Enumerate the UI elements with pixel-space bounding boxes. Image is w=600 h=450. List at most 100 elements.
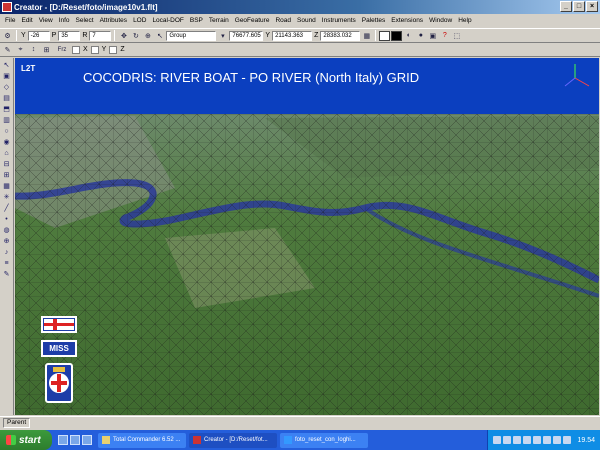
menu-info[interactable]: Info xyxy=(56,17,73,24)
menu-file[interactable]: File xyxy=(2,17,18,24)
select-mode-dropdown[interactable]: Group xyxy=(166,30,217,41)
select-tool-icon[interactable]: ↖ xyxy=(1,60,12,70)
status-bar: Parent xyxy=(0,416,600,428)
menu-instruments[interactable]: Instruments xyxy=(319,17,359,24)
desktop-icon[interactable] xyxy=(70,435,80,445)
yaw-field[interactable]: -26 xyxy=(27,30,50,41)
quick-launch xyxy=(52,435,98,445)
cube-tool-icon[interactable]: ▣ xyxy=(1,71,12,81)
menu-local-dof[interactable]: Local-DOF xyxy=(149,17,186,24)
menu-select[interactable]: Select xyxy=(73,17,97,24)
merge-tool-icon[interactable]: ⊞ xyxy=(1,170,12,180)
tray-icon[interactable] xyxy=(523,436,532,444)
media-icon[interactable] xyxy=(82,435,92,445)
grid-icon[interactable]: ▦ xyxy=(361,30,372,41)
road-tool-icon[interactable]: ≡ xyxy=(1,258,12,268)
tray-icon[interactable] xyxy=(533,436,542,444)
menu-help[interactable]: Help xyxy=(455,17,474,24)
line-tool-icon[interactable]: ╱ xyxy=(1,203,12,213)
light-tool-icon[interactable]: ✳ xyxy=(1,192,12,202)
terrain-mesh xyxy=(15,114,599,415)
axis-icon[interactable]: ↕ xyxy=(28,44,39,55)
rotate-icon[interactable]: ↻ xyxy=(130,30,141,41)
tray-icon[interactable] xyxy=(543,436,552,444)
move-icon[interactable]: ✥ xyxy=(118,30,129,41)
menu-window[interactable]: Window xyxy=(426,17,455,24)
crest-icon xyxy=(49,367,69,393)
pen-tool-icon[interactable]: ✎ xyxy=(1,269,12,279)
constrain-icon[interactable]: ⊞ xyxy=(41,44,52,55)
color-swatch-black[interactable] xyxy=(391,30,403,41)
menu-bsp[interactable]: BSP xyxy=(187,17,206,24)
menu-road[interactable]: Road xyxy=(272,17,294,24)
x-coord-field[interactable]: 76677.605 xyxy=(229,30,264,41)
menu-geofeature[interactable]: GeoFeature xyxy=(232,17,273,24)
y-rot-label: Y xyxy=(21,32,26,39)
split-tool-icon[interactable]: ⊟ xyxy=(1,159,12,169)
close-button[interactable]: × xyxy=(586,1,598,12)
task-label: Creator - [D:/Reset/fot... xyxy=(204,437,268,443)
menu-attributes[interactable]: Attributes xyxy=(97,17,130,24)
menu-sound[interactable]: Sound xyxy=(294,17,319,24)
frz-button[interactable]: Frz xyxy=(54,44,70,55)
zoom-icon[interactable]: ⊕ xyxy=(142,30,153,41)
y-coord-field[interactable]: 21143.363 xyxy=(272,30,313,41)
texture-icon[interactable]: ▣ xyxy=(427,30,438,41)
maximize-button[interactable]: □ xyxy=(573,1,585,12)
task-creator[interactable]: Creator - [D:/Reset/fot... xyxy=(189,432,277,448)
flag-logo xyxy=(41,316,77,333)
wall-tool-icon[interactable]: ▥ xyxy=(1,115,12,125)
globe-tool-icon[interactable]: ◍ xyxy=(1,225,12,235)
task-label: Total Commander 6.52 ... xyxy=(113,437,181,443)
ie-icon[interactable] xyxy=(58,435,68,445)
tray-icon[interactable] xyxy=(513,436,522,444)
wireframe-icon[interactable]: ⬚ xyxy=(451,30,462,41)
p-label: P xyxy=(51,32,57,39)
task-label: foto_reset_con_loghi... xyxy=(295,437,356,443)
menu-extensions[interactable]: Extensions xyxy=(388,17,426,24)
roll-field[interactable]: 7 xyxy=(89,30,112,41)
loft-tool-icon[interactable]: ⌂ xyxy=(1,148,12,158)
z-checkbox[interactable] xyxy=(109,45,118,54)
start-button[interactable]: start xyxy=(0,430,52,450)
dof-tool-icon[interactable]: ⊕ xyxy=(1,236,12,246)
dropdown-arrow-icon[interactable]: ▾ xyxy=(217,30,228,41)
texture-tool-icon[interactable]: ▦ xyxy=(1,181,12,191)
polygon-tool-icon[interactable]: ◇ xyxy=(1,82,12,92)
title-bar: Creator - [D:/Reset/foto/image10v1.flt] … xyxy=(0,0,600,14)
dot-tool-icon[interactable]: • xyxy=(1,214,12,224)
color-swatch-white[interactable] xyxy=(379,30,391,41)
3d-viewport[interactable]: L2T COCODRIS: RIVER BOAT - PO RIVER (Nor… xyxy=(15,58,599,415)
axis-x-line xyxy=(574,77,590,87)
extrude-tool-icon[interactable]: ⬒ xyxy=(1,104,12,114)
x-checkbox[interactable] xyxy=(72,45,80,54)
sphere-icon[interactable]: ● xyxy=(415,30,426,41)
help-icon[interactable]: ? xyxy=(439,30,450,41)
task-total-commander[interactable]: Total Commander 6.52 ... xyxy=(98,432,186,448)
z-coord-field[interactable]: 28383.032 xyxy=(320,30,361,41)
menu-terrain[interactable]: Terrain xyxy=(206,17,232,24)
menu-lod[interactable]: LOD xyxy=(130,17,149,24)
shade-icon[interactable]: ◐ xyxy=(403,30,414,41)
task-foto-reset[interactable]: foto_reset_con_loghi... xyxy=(280,432,368,448)
y-checkbox[interactable] xyxy=(90,45,99,54)
pointer-icon[interactable]: ↖ xyxy=(154,30,165,41)
menu-view[interactable]: View xyxy=(36,17,56,24)
pitch-field[interactable]: 35 xyxy=(58,30,81,41)
tray-icon[interactable] xyxy=(503,436,512,444)
circle-tool-icon[interactable]: ○ xyxy=(1,126,12,136)
sphere-tool-icon[interactable]: ◉ xyxy=(1,137,12,147)
minimize-button[interactable]: _ xyxy=(560,1,572,12)
tool-icon[interactable]: ⚙ xyxy=(2,30,13,41)
y-label: Y xyxy=(101,46,107,53)
menu-edit[interactable]: Edit xyxy=(18,17,35,24)
snap-icon[interactable]: ⌖ xyxy=(15,44,26,55)
tray-icon[interactable] xyxy=(563,436,572,444)
tray-icon[interactable] xyxy=(493,436,502,444)
pencil-icon[interactable]: ✎ xyxy=(2,44,13,55)
menu-palettes[interactable]: Palettes xyxy=(359,17,389,24)
viewport-title: COCODRIS: RIVER BOAT - PO RIVER (North I… xyxy=(83,70,420,85)
tray-icon[interactable] xyxy=(553,436,562,444)
sound-tool-icon[interactable]: ♪ xyxy=(1,247,12,257)
face-tool-icon[interactable]: ▤ xyxy=(1,93,12,103)
